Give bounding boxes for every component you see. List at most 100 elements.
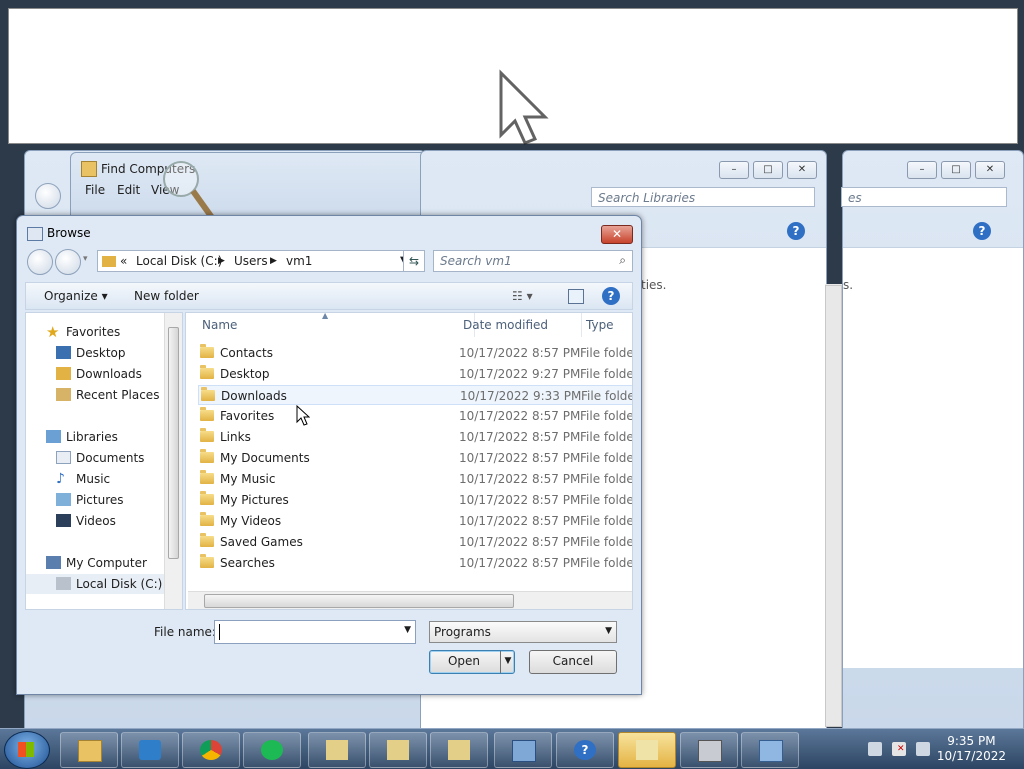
organize-button[interactable]: Organize ▾	[44, 289, 108, 303]
search-icon[interactable]: ⌕	[619, 253, 626, 268]
back-button[interactable]	[27, 249, 53, 275]
recent-places-icon	[56, 388, 71, 401]
close-button[interactable]: ✕	[601, 225, 633, 244]
taskbar-find-computers-active[interactable]	[618, 732, 676, 768]
column-header-name[interactable]: Name	[186, 313, 475, 337]
breadcrumb-vm1[interactable]: vm1	[286, 254, 312, 268]
list-item[interactable]: Contacts 10/17/2022 8:57 PM File folder	[198, 343, 632, 363]
nav-desktop[interactable]: Desktop	[26, 343, 164, 363]
nav-music[interactable]: ♪ Music	[26, 469, 164, 489]
videos-icon	[56, 514, 71, 527]
chevron-right-icon[interactable]: ▶	[270, 256, 277, 266]
column-header-date[interactable]: Date modified	[458, 313, 582, 337]
clock[interactable]: 9:35 PM 10/17/2022	[937, 734, 1006, 764]
scrollbar[interactable]	[825, 285, 842, 727]
volume-icon[interactable]	[916, 742, 930, 756]
address-overflow[interactable]: «	[120, 254, 127, 268]
file-name-input[interactable]: ▼	[214, 620, 416, 644]
nav-libraries[interactable]: Libraries	[26, 427, 164, 447]
clock-time: 9:35 PM	[947, 734, 996, 748]
find-computers-icon	[387, 740, 409, 760]
list-item[interactable]: Favorites 10/17/2022 8:57 PM File folder	[198, 406, 632, 426]
documents-icon	[56, 451, 71, 464]
column-header-type[interactable]: Type	[581, 313, 632, 337]
nav-recent-places[interactable]: Recent Places	[26, 385, 164, 405]
nav-my-computer[interactable]: My Computer	[26, 553, 164, 573]
search-libraries-input[interactable]: Search Libraries	[591, 187, 815, 207]
maximize-button[interactable]: □	[941, 161, 971, 179]
cancel-button[interactable]: Cancel	[529, 650, 617, 674]
taskbar-media-player[interactable]	[121, 732, 179, 768]
breadcrumb-users[interactable]: Users	[234, 254, 268, 268]
views-icon[interactable]: ☷ ▾	[512, 289, 533, 303]
breadcrumb-local-disk[interactable]: Local Disk (C:)	[136, 254, 222, 268]
list-item[interactable]: My Music 10/17/2022 8:57 PM File folder	[198, 469, 632, 489]
folder-icon	[200, 407, 214, 421]
menu-file[interactable]: File	[85, 183, 105, 197]
action-center-icon[interactable]: ✕	[892, 742, 906, 756]
taskbar-network-computer[interactable]	[741, 732, 799, 768]
nav-scrollbar[interactable]	[164, 313, 182, 609]
list-item[interactable]: Searches 10/17/2022 8:57 PM File folder	[198, 553, 632, 573]
list-item[interactable]: My Documents 10/17/2022 8:57 PM File folde…	[198, 448, 632, 468]
scroll-thumb[interactable]	[204, 594, 514, 608]
list-item[interactable]: Desktop 10/17/2022 9:27 PM File folder	[198, 364, 632, 384]
refresh-icon[interactable]: ⇆	[403, 250, 425, 272]
list-item[interactable]: My Pictures 10/17/2022 8:57 PM File folder	[198, 490, 632, 510]
new-folder-button[interactable]: New folder	[134, 289, 199, 303]
network-icon[interactable]	[868, 742, 882, 756]
address-bar[interactable]: « Local Disk (C:) ▶ Users ▶ vm1 ▼	[97, 250, 423, 272]
nav-scroll-thumb[interactable]	[168, 327, 179, 559]
spotify-icon	[261, 740, 283, 760]
folder-icon	[201, 387, 215, 401]
start-button[interactable]	[4, 731, 50, 769]
taskbar-help[interactable]: ?	[556, 732, 614, 768]
help-icon[interactable]: ?	[602, 287, 620, 305]
list-item[interactable]: My Videos 10/17/2022 8:57 PM File folder	[198, 511, 632, 531]
close-button[interactable]: ✕	[787, 161, 817, 179]
chevron-down-icon[interactable]: ▼	[404, 625, 411, 635]
chevron-down-icon[interactable]: ▼	[500, 651, 515, 673]
minimize-button[interactable]: –	[907, 161, 937, 179]
nav-favorites[interactable]: ★ Favorites	[26, 322, 164, 342]
taskbar-spotify[interactable]	[243, 732, 301, 768]
maximize-button[interactable]: □	[753, 161, 783, 179]
list-item[interactable]: Links 10/17/2022 8:57 PM File folder	[198, 427, 632, 447]
taskbar-network-drive[interactable]	[494, 732, 552, 768]
find-computers-icon	[636, 740, 658, 760]
taskbar-chrome[interactable]	[182, 732, 240, 768]
history-dropdown-icon[interactable]: ▾	[83, 254, 88, 264]
taskbar-explorer[interactable]	[60, 732, 118, 768]
help-icon[interactable]: ?	[787, 222, 805, 240]
file-type-select[interactable]: Programs ▼	[429, 621, 617, 643]
chevron-down-icon[interactable]: ▼	[605, 626, 612, 636]
nav-videos[interactable]: Videos	[26, 511, 164, 531]
chevron-right-icon[interactable]: ▶	[218, 256, 225, 266]
back-button[interactable]	[35, 183, 61, 209]
taskbar-find-computers-3[interactable]	[430, 732, 488, 768]
find-computers-icon	[326, 740, 348, 760]
background-window-c[interactable]: – □ ✕ es ? s.	[841, 150, 1024, 730]
nav-pictures[interactable]: Pictures	[26, 490, 164, 510]
list-item[interactable]: Downloads10/17/2022 9:33 PMFile folder	[198, 385, 632, 405]
search-input[interactable]: Search vm1 ⌕	[433, 250, 633, 272]
taskbar-find-computers-1[interactable]	[308, 732, 366, 768]
horizontal-scrollbar[interactable]	[188, 591, 632, 609]
nav-documents[interactable]: Documents	[26, 448, 164, 468]
forward-button[interactable]	[55, 249, 81, 275]
browse-dialog[interactable]: Browse ✕ ▾ « Local Disk (C:) ▶ Users ▶ v…	[16, 215, 642, 695]
network-drive-icon	[512, 740, 536, 762]
open-button[interactable]: Open ▼	[429, 650, 515, 674]
nav-local-disk[interactable]: Local Disk (C:)	[26, 574, 166, 594]
list-item[interactable]: Saved Games 10/17/2022 8:57 PM File folder	[198, 532, 632, 552]
minimize-button[interactable]: –	[719, 161, 749, 179]
nav-downloads[interactable]: Downloads	[26, 364, 164, 384]
close-button[interactable]: ✕	[975, 161, 1005, 179]
search-input[interactable]: es	[841, 187, 1007, 207]
help-icon[interactable]: ?	[973, 222, 991, 240]
taskbar-server[interactable]	[680, 732, 738, 768]
taskbar-find-computers-2[interactable]	[369, 732, 427, 768]
menu-edit[interactable]: Edit	[117, 183, 140, 197]
file-name-label: File name:	[154, 625, 216, 639]
preview-pane-icon[interactable]	[568, 289, 584, 304]
